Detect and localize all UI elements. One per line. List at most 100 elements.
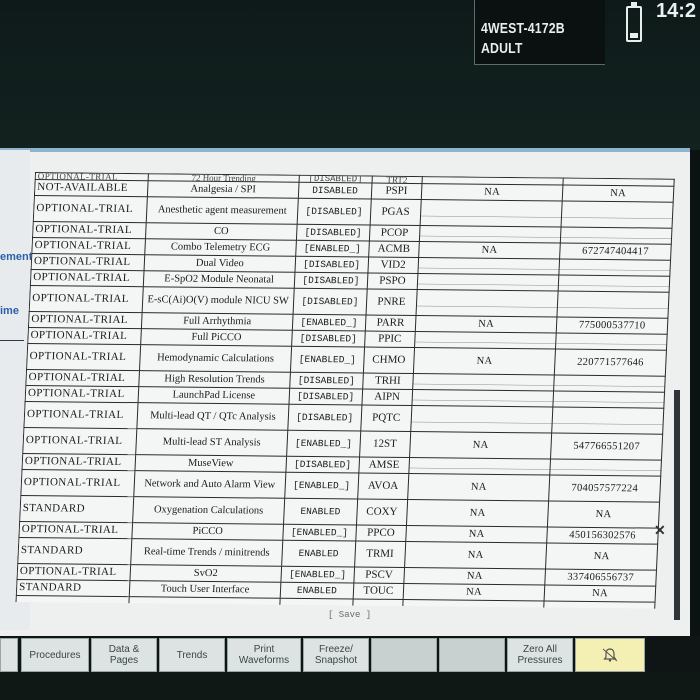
license-feature: Touch User Interface bbox=[129, 580, 281, 599]
license-value-2: 337406556737 bbox=[544, 569, 657, 587]
license-value-1: NA bbox=[415, 315, 558, 334]
freeze-snapshot-button[interactable]: Freeze/ Snapshot bbox=[303, 638, 369, 672]
license-code: 12ST bbox=[359, 431, 411, 458]
license-table: OPTIONAL-TRIAL 72 Hour Trending [DISABLE… bbox=[15, 172, 675, 609]
license-value-1 bbox=[414, 331, 557, 350]
freeze-snapshot-label: Freeze/ Snapshot bbox=[314, 644, 358, 666]
license-value-2: 547766551207 bbox=[550, 433, 663, 461]
license-value-2 bbox=[560, 227, 672, 245]
license-code: AMSE bbox=[358, 457, 410, 474]
save-button[interactable]: [ Save ] bbox=[328, 610, 371, 620]
license-value-1 bbox=[420, 199, 563, 228]
scrollbar[interactable] bbox=[674, 390, 680, 620]
procedures-button[interactable]: Procedures bbox=[21, 638, 89, 672]
license-status: STANDARD bbox=[16, 579, 130, 597]
license-code: VID2 bbox=[367, 257, 419, 274]
license-state: [ENABLED_] bbox=[295, 240, 369, 258]
side-menu-item-1[interactable]: ement bbox=[0, 251, 32, 263]
license-value-2: 704057577224 bbox=[548, 475, 661, 503]
license-feature: LaunchPad License bbox=[137, 386, 290, 405]
license-value-2 bbox=[558, 275, 670, 293]
license-status: OPTIONAL-TRIAL bbox=[25, 369, 140, 387]
license-code: TOUC bbox=[352, 583, 404, 600]
disabled-key-2[interactable] bbox=[439, 638, 505, 672]
trends-label: Trends bbox=[176, 649, 208, 661]
license-feature: Anesthetic agent measurement bbox=[146, 196, 299, 225]
license-feature: Full PiCCO bbox=[140, 328, 293, 347]
license-value-1 bbox=[408, 457, 551, 476]
license-feature: Multi-lead QT / QTc Analysis bbox=[136, 402, 290, 431]
zero-all-label: Zero All Pressures bbox=[517, 644, 563, 666]
license-value-1 bbox=[417, 257, 560, 276]
side-divider bbox=[0, 340, 24, 341]
license-status: OPTIONAL-TRIAL bbox=[27, 327, 142, 345]
license-value-2 bbox=[561, 201, 674, 229]
license-state: [ENABLED_] bbox=[284, 472, 359, 500]
license-state: [DISABLED] bbox=[297, 198, 371, 226]
print-waveforms-button[interactable]: Print Waveforms bbox=[227, 638, 301, 672]
license-state: ENABLED bbox=[283, 498, 358, 526]
license-state: DISABLED bbox=[298, 182, 372, 200]
print-waveforms-label: Print Waveforms bbox=[238, 644, 290, 666]
license-state: [DISABLED] bbox=[296, 224, 370, 242]
license-code: COXY bbox=[356, 499, 408, 526]
license-state: [DISABLED] bbox=[289, 388, 363, 406]
license-state: [ENABLED_] bbox=[290, 346, 365, 374]
trends-button[interactable]: Trends bbox=[159, 638, 225, 672]
alarm-silence-button[interactable] bbox=[575, 638, 645, 672]
license-feature: Dual Video bbox=[143, 254, 296, 273]
license-value-1 bbox=[410, 405, 553, 434]
license-value-1 bbox=[412, 373, 555, 392]
license-state: [ENABLED_] bbox=[286, 430, 361, 458]
license-state: [DISABLED] bbox=[285, 456, 360, 474]
disabled-key-1[interactable] bbox=[371, 638, 437, 672]
license-feature: Analgesia / SPI bbox=[147, 180, 300, 199]
bed-info-box[interactable]: 4WEST-4172B ADULT bbox=[474, 0, 605, 65]
license-value-1: NA bbox=[418, 241, 561, 260]
license-value-2: 220771577646 bbox=[554, 349, 667, 377]
license-status: OPTIONAL-TRIAL bbox=[17, 563, 131, 581]
license-code: PQTC bbox=[360, 405, 412, 432]
license-status: OPTIONAL-TRIAL bbox=[30, 269, 144, 287]
license-value-2 bbox=[552, 391, 665, 409]
license-code: CHMO bbox=[363, 347, 415, 374]
license-value-2: 672747404417 bbox=[559, 243, 672, 261]
bed-label: 4WEST-4172B bbox=[481, 20, 565, 37]
license-state: [DISABLED] bbox=[294, 272, 368, 290]
clock: 14:2 bbox=[656, 0, 697, 22]
license-status: OPTIONAL-TRIAL bbox=[33, 195, 148, 223]
license-code: AVOA bbox=[357, 473, 409, 500]
license-status: OPTIONAL-TRIAL bbox=[18, 521, 133, 539]
license-value-2 bbox=[558, 259, 671, 277]
alarm-bell-icon bbox=[602, 648, 618, 662]
license-status: NOT-AVAILABLE bbox=[34, 179, 148, 197]
license-table-container[interactable]: OPTIONAL-TRIAL 72 Hour Trending [DISABLE… bbox=[15, 172, 684, 609]
license-feature: Real-time Trends / minitrends bbox=[130, 538, 283, 567]
side-menu-item-2[interactable]: ime bbox=[0, 305, 19, 317]
license-status: STANDARD bbox=[17, 537, 132, 565]
license-feature: CO bbox=[145, 222, 298, 241]
license-state: [DISABLED] bbox=[287, 404, 362, 432]
patient-type: ADULT bbox=[481, 40, 523, 57]
license-value-1 bbox=[416, 289, 559, 318]
license-code: PGAS bbox=[369, 199, 422, 226]
license-feature: Hemodynamic Calculations bbox=[139, 344, 292, 373]
license-status: OPTIONAL-TRIAL bbox=[23, 401, 138, 429]
license-value-1: NA bbox=[404, 541, 547, 570]
license-state: ENABLED bbox=[280, 582, 354, 600]
license-value-2: 775000537710 bbox=[556, 317, 668, 335]
license-value-2: 450156302576 bbox=[546, 527, 659, 545]
zero-all-pressures-button[interactable]: Zero All Pressures bbox=[507, 638, 573, 672]
license-feature: Combo Telemetry ECG bbox=[144, 238, 297, 257]
license-state: [DISABLED] bbox=[289, 372, 364, 390]
data-pages-button[interactable]: Data & Pages bbox=[91, 638, 157, 672]
license-value-2 bbox=[553, 375, 666, 393]
license-state: [ENABLED_] bbox=[282, 524, 357, 542]
close-icon[interactable]: ✕ bbox=[654, 522, 666, 539]
license-value-1: NA bbox=[421, 183, 564, 202]
license-value-1: NA bbox=[403, 567, 546, 586]
key-left-edge[interactable] bbox=[0, 638, 18, 672]
license-state: [DISABLED] bbox=[293, 288, 367, 316]
license-value-1: NA bbox=[406, 499, 549, 528]
license-value-1 bbox=[417, 273, 559, 292]
